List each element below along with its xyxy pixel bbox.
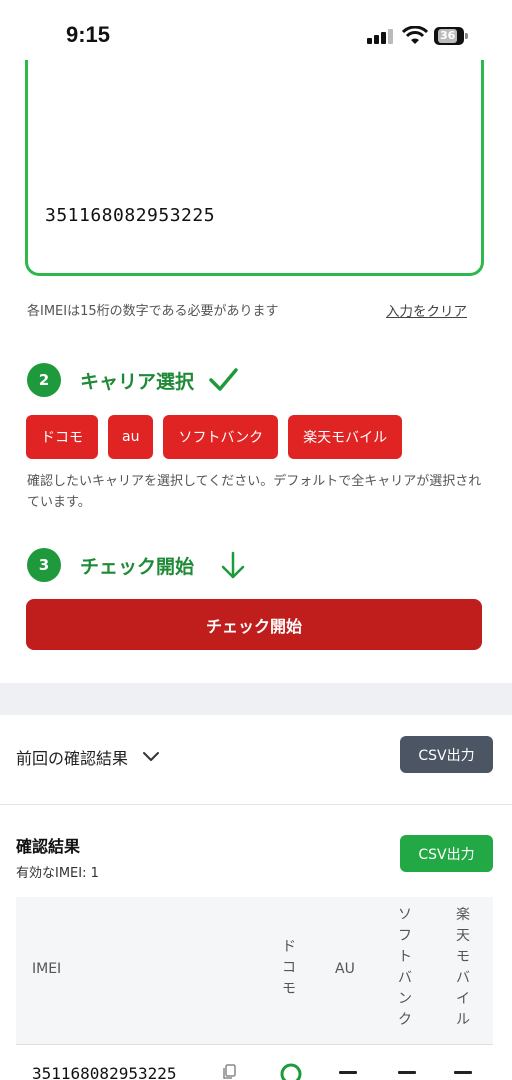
checkmark-icon [209, 368, 238, 391]
header-softbank: ソフトバンク [398, 907, 412, 1028]
results-title: 確認結果 [16, 837, 81, 856]
status-none-softbank [398, 1071, 416, 1074]
cellular-signal-icon [367, 28, 393, 44]
imei-textarea[interactable]: 351168082953225 [25, 60, 484, 276]
carrier-button-softbank[interactable]: ソフトバンク [163, 415, 279, 459]
carrier-button-group: ドコモ au ソフトバンク 楽天モバイル [26, 415, 403, 459]
imei-textarea-value: 351168082953225 [45, 205, 216, 226]
valid-imei-count: 有効なIMEI: 1 [16, 866, 99, 881]
status-ok-icon [280, 1063, 302, 1080]
clear-input-link[interactable]: 入力をクリア [386, 300, 467, 320]
section-divider [0, 683, 512, 715]
result-imei: 351168082953225 [32, 1064, 177, 1080]
results-table-header: IMEI ドコモ AU ソフトバンク 楽天モバイル [16, 897, 493, 1045]
arrow-down-icon [221, 551, 245, 579]
copy-icon[interactable] [222, 1064, 236, 1080]
header-rakuten: 楽天モバイル [456, 907, 470, 1028]
status-none-rakuten [454, 1071, 472, 1074]
chevron-down-icon [143, 752, 160, 761]
header-imei: IMEI [32, 961, 62, 977]
imei-format-hint: 各IMEIは15桁の数字である必要があります [27, 304, 279, 319]
status-none-au [339, 1071, 357, 1074]
step-carrier-selection: 2 キャリア選択 [27, 363, 238, 397]
results-csv-export-button[interactable]: CSV出力 [400, 835, 493, 872]
previous-results-row: 前回の確認結果 CSV出力 [0, 715, 512, 805]
step-start-check: 3 チェック開始 [27, 548, 246, 582]
start-check-button[interactable]: チェック開始 [26, 599, 482, 650]
battery-level: 36 [438, 29, 458, 43]
imei-hint-row: 各IMEIは15桁の数字である必要があります 入力をクリア [27, 300, 467, 320]
step-3-number: 3 [27, 548, 61, 582]
previous-csv-export-button[interactable]: CSV出力 [400, 736, 493, 773]
carrier-description: 確認したいキャリアを選択してください。デフォルトで全キャリアが選択されています。 [27, 474, 482, 510]
step-2-number: 2 [27, 363, 61, 397]
previous-results-title: 前回の確認結果 [16, 749, 129, 768]
carrier-button-docomo[interactable]: ドコモ [26, 415, 98, 459]
carrier-button-rakuten[interactable]: 楽天モバイル [288, 415, 403, 459]
header-docomo: ドコモ [282, 939, 296, 997]
step-2-title: キャリア選択 [80, 370, 195, 393]
table-row: 351168082953225 [16, 1046, 493, 1080]
header-au: AU [335, 961, 355, 977]
status-time: 9:15 [66, 22, 111, 47]
battery-icon: 36 [434, 27, 468, 45]
wifi-icon [402, 26, 428, 44]
carrier-button-au[interactable]: au [108, 415, 154, 459]
previous-results-toggle[interactable]: 前回の確認結果 [16, 745, 160, 769]
step-3-title: チェック開始 [80, 555, 195, 578]
